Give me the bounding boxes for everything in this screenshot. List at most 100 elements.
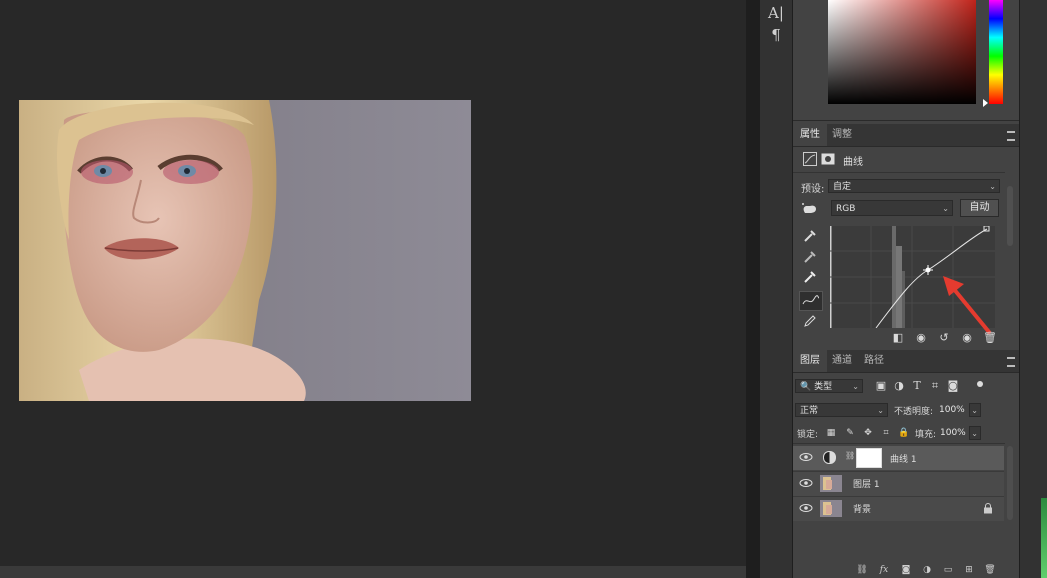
portrait-image-drawing: [19, 100, 471, 401]
portrait-photo: [19, 100, 471, 401]
layer-name: 曲线 1: [890, 455, 917, 465]
hue-slider[interactable]: [989, 0, 1003, 104]
properties-bottom-toolbar: ◧ ◉ ↺ ◉ 🗑: [793, 328, 1005, 348]
new-adjustment-icon[interactable]: ◑: [920, 563, 934, 577]
add-mask-icon[interactable]: ◙: [899, 563, 913, 577]
targeted-adjustment-hand-icon[interactable]: [801, 201, 819, 215]
layer-mask-thumbnail[interactable]: [856, 448, 882, 468]
curve-point-tool[interactable]: [799, 291, 823, 311]
chevron-down-icon: ⌄: [989, 182, 996, 191]
properties-title: 曲线: [843, 157, 863, 168]
tab-paths[interactable]: 路径: [857, 350, 891, 372]
curves-adjustment-icon: [803, 152, 817, 166]
gray-point-eyedropper-icon[interactable]: [803, 250, 817, 264]
fill-dropdown[interactable]: ⌄: [969, 426, 981, 440]
preset-label: 预设:: [801, 184, 825, 195]
preset-dropdown[interactable]: 自定 ⌄: [828, 179, 1000, 193]
lock-image-icon[interactable]: ✎: [842, 425, 858, 441]
far-right-strip: [1019, 0, 1047, 578]
preset-value: 自定: [833, 182, 852, 192]
filter-pixel-icon[interactable]: ▣: [873, 378, 889, 394]
curve-edit-icon: [802, 295, 820, 305]
lock-artboard-icon[interactable]: ⌗: [878, 425, 894, 441]
divider: [793, 172, 1005, 173]
opacity-label: 不透明度:: [894, 407, 934, 417]
filter-shape-icon[interactable]: ⌗: [927, 378, 943, 394]
black-point-eyedropper-icon[interactable]: [803, 229, 817, 243]
reset-icon[interactable]: ↺: [936, 330, 952, 346]
layer-row-background[interactable]: 背景: [793, 496, 1004, 521]
tab-channels[interactable]: 通道: [825, 350, 859, 372]
lock-position-icon[interactable]: ✥: [860, 425, 876, 441]
layer-thumbnail: [820, 475, 842, 492]
view-previous-state-icon[interactable]: ◉: [913, 330, 929, 346]
layer-thumbnail: [820, 500, 842, 517]
tab-properties[interactable]: 属性: [793, 124, 827, 146]
adjustment-layer-icon: [823, 451, 836, 464]
properties-scrollbar[interactable]: [1007, 186, 1013, 246]
layer-row-curves[interactable]: ⛓ 曲线 1: [793, 446, 1004, 470]
layers-tabbar: 图层 通道 路径: [793, 350, 1019, 373]
channel-value: RGB: [836, 204, 856, 214]
layer-name: 图层 1: [853, 480, 880, 490]
visibility-eye-icon[interactable]: ◉: [959, 330, 975, 346]
lock-transparent-icon[interactable]: ▦: [823, 425, 839, 441]
opacity-dropdown[interactable]: ⌄: [969, 403, 981, 417]
layer-filter-value: 类型: [814, 382, 833, 392]
tab-layers[interactable]: 图层: [793, 350, 827, 372]
filter-type-icon[interactable]: T: [909, 378, 925, 394]
opacity-field[interactable]: 100%: [939, 403, 967, 417]
link-layers-icon[interactable]: ⛓: [855, 563, 869, 577]
chevron-down-icon: ⌄: [877, 406, 884, 415]
layers-menu-icon[interactable]: [1007, 357, 1015, 367]
mask-icon[interactable]: [821, 152, 835, 166]
new-group-icon[interactable]: ▭: [941, 563, 955, 577]
visibility-eye-icon[interactable]: [799, 501, 813, 515]
chevron-down-icon: ⌄: [971, 406, 978, 415]
properties-tabbar: 属性 调整: [793, 124, 1019, 147]
filter-toggle-icon[interactable]: [977, 381, 983, 387]
blend-mode-value: 正常: [800, 406, 819, 416]
color-field[interactable]: [828, 0, 976, 104]
paragraph-panel-icon[interactable]: ¶: [760, 26, 792, 44]
right-panel: 属性 调整 曲线 预设: 自定 ⌄ RGB ⌄ 自动 ◧ ◉ ↺ ◉ 🗑 图层 …: [793, 0, 1019, 578]
properties-header: 曲线: [801, 151, 1001, 169]
lock-all-icon[interactable]: 🔒: [896, 425, 912, 441]
auto-button[interactable]: 自动: [960, 199, 999, 217]
red-arrow-annotation: [943, 276, 991, 334]
properties-menu-icon[interactable]: [1007, 131, 1015, 141]
layer-filter-dropdown[interactable]: 🔍 类型 ⌄: [795, 379, 863, 393]
layers-scrollbar[interactable]: [1007, 446, 1013, 520]
visibility-eye-icon[interactable]: [799, 476, 813, 490]
visibility-eye-icon[interactable]: [799, 450, 813, 464]
filter-smart-object-icon[interactable]: ◙: [945, 378, 961, 394]
search-icon: 🔍: [800, 382, 812, 392]
delete-layer-icon[interactable]: 🗑: [983, 563, 997, 577]
lock-icon: [984, 503, 992, 514]
white-point-eyedropper-icon[interactable]: [803, 270, 817, 284]
hue-slider-marker[interactable]: [983, 99, 988, 107]
panel-gutter: [746, 0, 760, 578]
pencil-icon[interactable]: [803, 314, 817, 328]
clip-to-layer-icon[interactable]: ◧: [890, 330, 906, 346]
character-panel-icon[interactable]: A|: [760, 4, 792, 22]
chevron-down-icon: ⌄: [852, 382, 859, 391]
horizontal-scrollbar[interactable]: [0, 566, 746, 578]
channel-dropdown[interactable]: RGB ⌄: [831, 200, 953, 216]
layer-name: 背景: [853, 505, 872, 515]
blend-mode-dropdown[interactable]: 正常 ⌄: [795, 403, 888, 417]
trash-icon[interactable]: 🗑: [982, 330, 998, 346]
collapsed-panel-strip: A| ¶: [760, 0, 793, 578]
layer-row-layer1[interactable]: 图层 1: [793, 471, 1004, 496]
link-icon[interactable]: ⛓: [845, 451, 855, 463]
fx-icon[interactable]: fx: [877, 563, 891, 577]
new-layer-icon[interactable]: ⊞: [962, 563, 976, 577]
filter-adjustment-icon[interactable]: ◑: [891, 378, 907, 394]
color-panel: [793, 0, 1019, 121]
level-meter: [1041, 498, 1047, 578]
chevron-down-icon: ⌄: [971, 429, 978, 438]
tab-adjustments[interactable]: 调整: [825, 124, 859, 146]
fill-field[interactable]: 100%: [940, 426, 968, 440]
chevron-down-icon: ⌄: [942, 204, 949, 213]
document-canvas[interactable]: [0, 0, 746, 578]
